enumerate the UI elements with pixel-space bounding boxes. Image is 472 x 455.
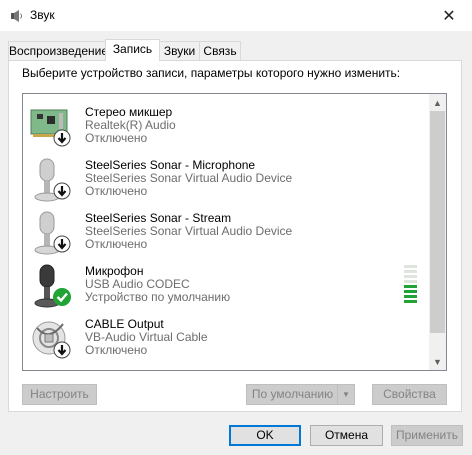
level-segment xyxy=(404,270,417,273)
device-status: Отключено xyxy=(85,131,148,145)
tab-communications[interactable]: Связь xyxy=(199,41,241,60)
device-name: SteelSeries Sonar - Microphone xyxy=(85,158,256,172)
title-bar: Звук ✕ xyxy=(0,0,472,31)
level-segment xyxy=(404,295,417,298)
scroll-down-icon[interactable]: ▼ xyxy=(429,353,446,370)
chevron-down-icon[interactable]: ▼ xyxy=(337,385,354,404)
level-segment xyxy=(404,290,417,293)
window-title: Звук xyxy=(30,8,55,22)
vertical-scrollbar[interactable]: ▲ ▼ xyxy=(429,94,446,370)
device-driver: USB Audio CODEC xyxy=(85,277,190,291)
speaker-icon xyxy=(11,10,22,22)
list-item[interactable]: Микрофон USB Audio CODEC Устройство по у… xyxy=(23,259,428,312)
level-segment xyxy=(404,265,417,268)
close-icon: ✕ xyxy=(442,7,456,25)
properties-button[interactable]: Свойства xyxy=(372,384,447,405)
level-segment xyxy=(404,275,417,278)
device-status: Отключено xyxy=(85,343,148,357)
device-driver: Realtek(R) Audio xyxy=(85,118,176,132)
device-name: Стерео микшер xyxy=(85,105,173,119)
recording-panel: Выберите устройство записи, параметры ко… xyxy=(8,60,462,412)
level-segment xyxy=(404,280,417,283)
list-item[interactable]: Стерео микшер Realtek(R) Audio Отключено xyxy=(23,100,428,153)
sound-card-icon xyxy=(30,109,71,147)
list-item[interactable]: CABLE Output VB-Audio Virtual Cable Откл… xyxy=(23,312,428,365)
device-list[interactable]: Стерео микшер Realtek(R) Audio Отключено… xyxy=(22,93,447,371)
ok-button[interactable]: OK xyxy=(229,425,301,446)
device-status: Отключено xyxy=(85,237,148,251)
configure-button[interactable]: Настроить xyxy=(22,384,97,405)
device-name: Микрофон xyxy=(85,264,144,278)
device-status: Отключено xyxy=(85,184,148,198)
list-item[interactable]: SteelSeries Sonar - Microphone SteelSeri… xyxy=(23,153,428,206)
scroll-thumb[interactable] xyxy=(430,111,445,333)
microphone-icon xyxy=(34,264,71,308)
tab-recording[interactable]: Запись xyxy=(105,39,160,61)
device-status: Устройство по умолчанию xyxy=(85,290,231,304)
microphone-icon xyxy=(34,211,71,255)
device-driver: SteelSeries Sonar Virtual Audio Device xyxy=(85,224,293,238)
level-segment xyxy=(404,300,417,303)
microphone-icon xyxy=(34,158,71,202)
list-item[interactable]: SteelSeries Sonar - Stream SteelSeries S… xyxy=(23,206,428,259)
scroll-up-icon[interactable]: ▲ xyxy=(429,94,446,111)
device-driver: SteelSeries Sonar Virtual Audio Device xyxy=(85,171,293,185)
tab-playback[interactable]: Воспроизведение xyxy=(8,41,108,60)
device-name: SteelSeries Sonar - Stream xyxy=(85,211,232,225)
level-segment xyxy=(404,285,417,288)
instruction-text: Выберите устройство записи, параметры ко… xyxy=(22,66,401,80)
input-level-meter xyxy=(404,265,417,305)
apply-button[interactable]: Применить xyxy=(391,425,463,446)
set-default-button[interactable]: По умолчанию ▼ xyxy=(246,384,355,405)
device-name: CABLE Output xyxy=(85,317,164,331)
close-button[interactable]: ✕ xyxy=(426,0,472,31)
tab-sounds[interactable]: Звуки xyxy=(158,41,201,60)
device-driver: VB-Audio Virtual Cable xyxy=(85,330,208,344)
cable-icon xyxy=(32,321,71,359)
set-default-label: По умолчанию xyxy=(251,387,334,401)
cancel-button[interactable]: Отмена xyxy=(310,425,383,446)
